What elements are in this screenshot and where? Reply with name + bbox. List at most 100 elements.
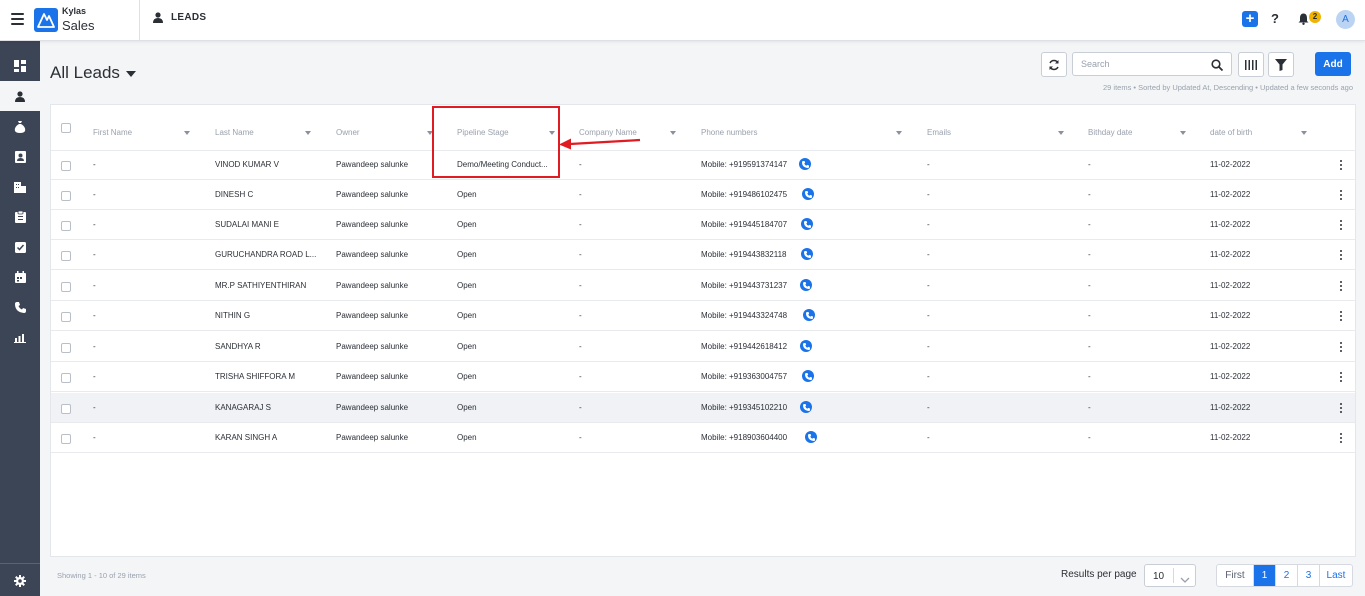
row-actions-kebab-icon[interactable] <box>1339 281 1343 293</box>
sidebar-item-calls[interactable] <box>0 292 40 322</box>
row-actions-kebab-icon[interactable] <box>1339 433 1343 445</box>
cell-last-name[interactable]: SUDALAI MANI E <box>215 220 279 229</box>
call-phone-icon[interactable] <box>800 279 812 291</box>
cell-last-name[interactable]: KARAN SINGH A <box>215 433 277 442</box>
pagination-page-2[interactable]: 2 <box>1276 565 1298 586</box>
table-row[interactable]: - TRISHA SHIFFORA M Pawandeep salunke Op… <box>51 362 1355 392</box>
row-checkbox[interactable] <box>61 312 71 322</box>
add-lead-button[interactable]: Add <box>1315 52 1351 76</box>
call-phone-icon[interactable] <box>800 401 812 413</box>
call-phone-icon[interactable] <box>802 370 814 382</box>
cell-birthday-date: - <box>1088 160 1091 169</box>
sidebar-item-companies[interactable] <box>0 172 40 202</box>
row-actions-kebab-icon[interactable] <box>1339 311 1343 323</box>
call-phone-icon[interactable] <box>803 309 815 321</box>
table-row[interactable]: - KARAN SINGH A Pawandeep salunke Open -… <box>51 423 1355 453</box>
search-field[interactable] <box>1072 52 1232 76</box>
sidebar-item-dashboard[interactable] <box>0 51 40 81</box>
results-per-page-select[interactable]: 10 <box>1144 564 1196 587</box>
row-actions-kebab-icon[interactable] <box>1339 403 1343 415</box>
row-actions-kebab-icon[interactable] <box>1339 372 1343 384</box>
column-header-emails[interactable]: Emails <box>927 128 951 140</box>
sort-caret-icon[interactable] <box>184 131 190 135</box>
pagination-first[interactable]: First <box>1217 565 1254 586</box>
cell-last-name[interactable]: VINOD KUMAR V <box>215 160 279 169</box>
row-actions-kebab-icon[interactable] <box>1339 342 1343 354</box>
call-phone-icon[interactable] <box>802 188 814 200</box>
column-header-last-name[interactable]: Last Name <box>215 128 254 140</box>
user-avatar[interactable]: A <box>1336 10 1355 29</box>
table-row[interactable]: - KANAGARAJ S Pawandeep salunke Open - M… <box>51 393 1355 423</box>
call-phone-icon[interactable] <box>799 158 811 170</box>
search-input[interactable] <box>1081 53 1211 75</box>
cell-pipeline-stage: Open <box>457 403 477 412</box>
row-checkbox[interactable] <box>61 373 71 383</box>
quick-add-plus-icon[interactable]: + <box>1242 11 1258 27</box>
row-checkbox[interactable] <box>61 191 71 201</box>
cell-last-name[interactable]: DINESH C <box>215 190 253 199</box>
column-header-phone-numbers[interactable]: Phone numbers <box>701 128 757 140</box>
sidebar-item-deals[interactable] <box>0 112 40 142</box>
pagination-last[interactable]: Last <box>1320 565 1352 586</box>
sidebar-item-reports[interactable] <box>0 322 40 352</box>
column-header-first-name[interactable]: First Name <box>93 128 132 140</box>
cell-last-name[interactable]: GURUCHANDRA ROAD L... <box>215 250 316 259</box>
column-header-birthday-date[interactable]: Bithday date <box>1088 128 1132 140</box>
sort-caret-icon[interactable] <box>1058 131 1064 135</box>
call-phone-icon[interactable] <box>805 431 817 443</box>
cell-last-name[interactable]: SANDHYA R <box>215 342 261 351</box>
row-checkbox[interactable] <box>61 221 71 231</box>
table-row[interactable]: - MR.P SATHIYENTHIRAN Pawandeep salunke … <box>51 271 1355 301</box>
sidebar-item-tasks[interactable] <box>0 232 40 262</box>
cell-last-name[interactable]: MR.P SATHIYENTHIRAN <box>215 281 306 290</box>
column-header-owner[interactable]: Owner <box>336 128 360 140</box>
column-header-date-of-birth[interactable]: date of birth <box>1210 128 1252 140</box>
pagination-page-1[interactable]: 1 <box>1254 565 1276 586</box>
row-checkbox[interactable] <box>61 161 71 171</box>
row-actions-kebab-icon[interactable] <box>1339 190 1343 202</box>
sort-caret-icon[interactable] <box>896 131 902 135</box>
table-row[interactable]: - SANDHYA R Pawandeep salunke Open - Mob… <box>51 332 1355 362</box>
table-row[interactable]: - SUDALAI MANI E Pawandeep salunke Open … <box>51 210 1355 240</box>
sidebar-divider <box>0 563 40 564</box>
table-row[interactable]: - DINESH C Pawandeep salunke Open - Mobi… <box>51 180 1355 210</box>
call-phone-icon[interactable] <box>801 248 813 260</box>
select-all-checkbox[interactable] <box>61 123 71 133</box>
sidebar-item-tasks-list[interactable] <box>0 202 40 232</box>
hamburger-menu-icon[interactable] <box>11 13 24 25</box>
cell-date-of-birth: 11-02-2022 <box>1210 160 1251 169</box>
table-row[interactable]: - NITHIN G Pawandeep salunke Open - Mobi… <box>51 301 1355 331</box>
row-actions-kebab-icon[interactable] <box>1339 250 1343 262</box>
row-actions-kebab-icon[interactable] <box>1339 160 1343 172</box>
sidebar-item-settings[interactable] <box>0 566 40 596</box>
sidebar-item-leads[interactable] <box>0 81 40 111</box>
row-actions-kebab-icon[interactable] <box>1339 220 1343 232</box>
table-row[interactable]: - VINOD KUMAR V Pawandeep salunke Demo/M… <box>51 150 1355 180</box>
sort-caret-icon[interactable] <box>1301 131 1307 135</box>
cell-last-name[interactable]: KANAGARAJ S <box>215 403 271 412</box>
call-phone-icon[interactable] <box>800 340 812 352</box>
cell-last-name[interactable]: TRISHA SHIFFORA M <box>215 372 295 381</box>
call-phone-icon[interactable] <box>801 218 813 230</box>
row-checkbox[interactable] <box>61 251 71 261</box>
sort-caret-icon[interactable] <box>305 131 311 135</box>
sort-caret-icon[interactable] <box>1180 131 1186 135</box>
pagination-page-3[interactable]: 3 <box>1298 565 1320 586</box>
search-icon[interactable] <box>1211 58 1224 76</box>
row-checkbox[interactable] <box>61 404 71 414</box>
view-selector[interactable]: All Leads <box>50 63 136 83</box>
column-settings-button[interactable] <box>1238 52 1264 77</box>
row-checkbox[interactable] <box>61 434 71 444</box>
sort-caret-icon[interactable] <box>670 131 676 135</box>
row-checkbox[interactable] <box>61 282 71 292</box>
cell-owner: Pawandeep salunke <box>336 281 409 290</box>
filter-button[interactable] <box>1268 52 1294 77</box>
sidebar-item-calendar[interactable] <box>0 262 40 292</box>
row-checkbox[interactable] <box>61 343 71 353</box>
table-row[interactable]: - GURUCHANDRA ROAD L... Pawandeep salunk… <box>51 240 1355 270</box>
refresh-button[interactable] <box>1041 52 1067 77</box>
cell-last-name[interactable]: NITHIN G <box>215 311 250 320</box>
help-icon[interactable]: ? <box>1271 11 1279 26</box>
notification-bell-icon[interactable] <box>1298 12 1309 30</box>
sidebar-item-contacts[interactable] <box>0 142 40 172</box>
